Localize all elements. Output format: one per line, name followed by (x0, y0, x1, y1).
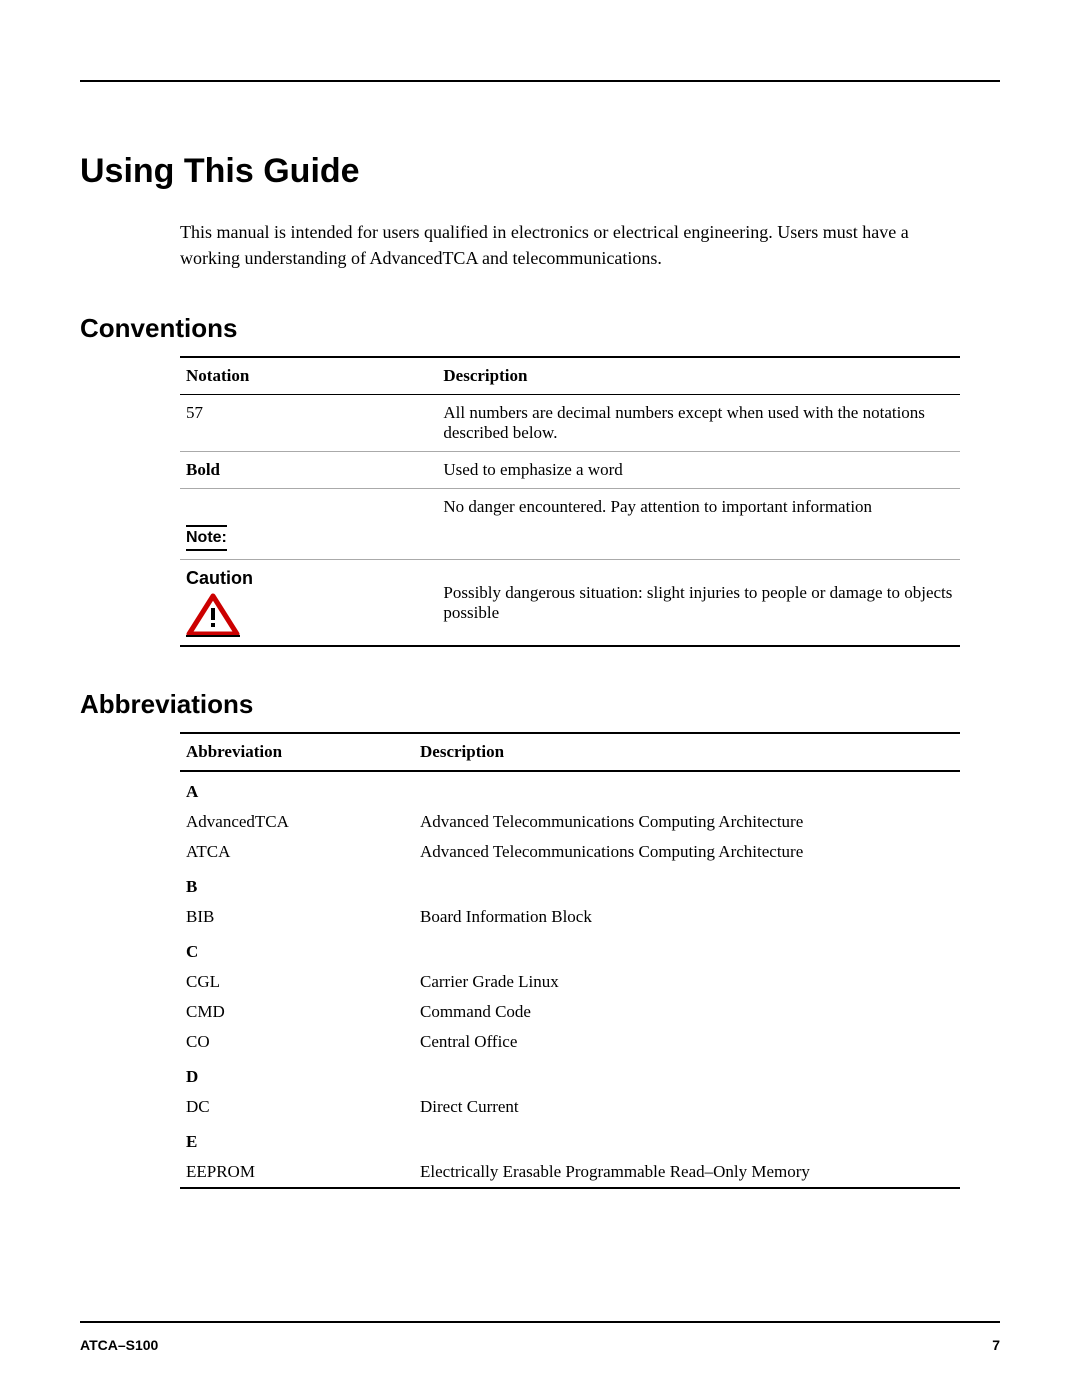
footer-left: ATCA–S100 (80, 1337, 158, 1353)
abbr-col-abbreviation: Abbreviation (180, 733, 414, 771)
abbr-term: EEPROM (180, 1157, 414, 1188)
table-row: ATCA Advanced Telecommunications Computi… (180, 837, 960, 867)
abbr-desc: Command Code (414, 997, 960, 1027)
table-row: BIB Board Information Block (180, 902, 960, 932)
abbreviations-table-wrap: Abbreviation Description A AdvancedTCA A… (180, 732, 960, 1189)
abbr-desc: Electrically Erasable Programmable Read–… (414, 1157, 960, 1188)
table-row: EEPROM Electrically Erasable Programmabl… (180, 1157, 960, 1188)
conventions-col-notation: Notation (180, 357, 437, 395)
note-label: Note: (186, 525, 227, 551)
warning-triangle-icon (186, 593, 240, 637)
abbr-desc: Advanced Telecommunications Computing Ar… (414, 807, 960, 837)
caution-block: Caution (186, 568, 253, 637)
bold-example: Bold (186, 460, 220, 479)
table-row: B (180, 867, 960, 902)
description-value: Possibly dangerous situation: slight inj… (437, 560, 960, 647)
empty-cell (414, 932, 960, 967)
section-letter: C (180, 932, 414, 967)
abbr-term: DC (180, 1092, 414, 1122)
top-horizontal-rule (80, 80, 1000, 82)
description-value: All numbers are decimal numbers except w… (437, 395, 960, 452)
table-row: AdvancedTCA Advanced Telecommunications … (180, 807, 960, 837)
notation-note: Note: (180, 489, 437, 560)
notation-value: 57 (180, 395, 437, 452)
abbreviations-heading: Abbreviations (80, 689, 1000, 720)
bottom-horizontal-rule (80, 1321, 1000, 1323)
abbr-term: CO (180, 1027, 414, 1057)
table-row: A (180, 771, 960, 807)
abbr-term: BIB (180, 902, 414, 932)
table-row: Caution Possibly dangerous situation: sl… (180, 560, 960, 647)
table-row: CMD Command Code (180, 997, 960, 1027)
abbreviations-table: Abbreviation Description A AdvancedTCA A… (180, 732, 960, 1189)
abbr-desc: Direct Current (414, 1092, 960, 1122)
page-title: Using This Guide (80, 152, 1000, 191)
abbr-col-description: Description (414, 733, 960, 771)
conventions-heading: Conventions (80, 313, 1000, 344)
empty-cell (414, 867, 960, 902)
caution-label: Caution (186, 568, 253, 589)
table-row: CO Central Office (180, 1027, 960, 1057)
table-row: 57 All numbers are decimal numbers excep… (180, 395, 960, 452)
section-letter: B (180, 867, 414, 902)
empty-cell (414, 1122, 960, 1157)
conventions-col-description: Description (437, 357, 960, 395)
empty-cell (414, 771, 960, 807)
abbr-desc: Central Office (414, 1027, 960, 1057)
table-row: Bold Used to emphasize a word (180, 452, 960, 489)
abbr-desc: Board Information Block (414, 902, 960, 932)
abbr-term: CGL (180, 967, 414, 997)
description-value: Used to emphasize a word (437, 452, 960, 489)
section-letter: A (180, 771, 414, 807)
conventions-table-wrap: Notation Description 57 All numbers are … (180, 356, 960, 647)
table-row: Note: No danger encountered. Pay attenti… (180, 489, 960, 560)
notation-bold: Bold (180, 452, 437, 489)
conventions-table: Notation Description 57 All numbers are … (180, 356, 960, 647)
section-letter: D (180, 1057, 414, 1092)
table-row: D (180, 1057, 960, 1092)
notation-caution: Caution (180, 560, 437, 647)
footer-page-number: 7 (992, 1337, 1000, 1353)
abbr-term: ATCA (180, 837, 414, 867)
table-row: C (180, 932, 960, 967)
table-row: CGL Carrier Grade Linux (180, 967, 960, 997)
empty-cell (414, 1057, 960, 1092)
abbr-desc: Carrier Grade Linux (414, 967, 960, 997)
abbr-desc: Advanced Telecommunications Computing Ar… (414, 837, 960, 867)
table-row: DC Direct Current (180, 1092, 960, 1122)
section-letter: E (180, 1122, 414, 1157)
page-footer: ATCA–S100 7 (80, 1337, 1000, 1353)
table-row: E (180, 1122, 960, 1157)
intro-paragraph: This manual is intended for users qualif… (180, 219, 960, 271)
abbr-term: AdvancedTCA (180, 807, 414, 837)
abbr-term: CMD (180, 997, 414, 1027)
description-value: No danger encountered. Pay attention to … (437, 489, 960, 560)
